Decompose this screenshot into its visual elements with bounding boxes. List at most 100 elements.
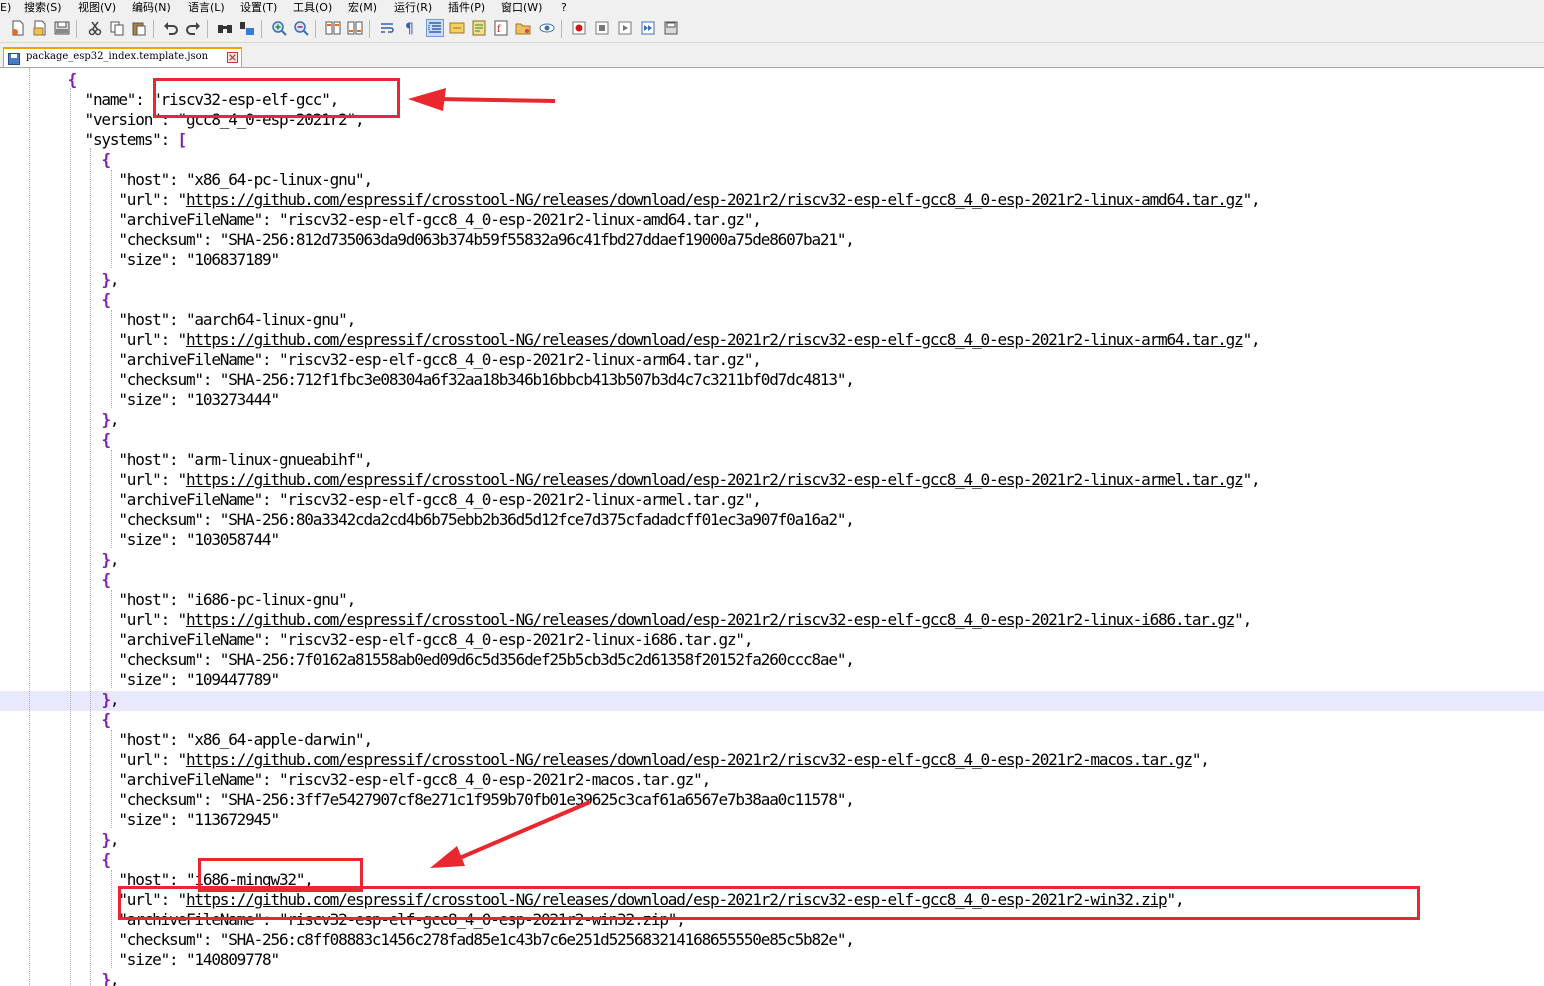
new-file-icon[interactable] (9, 19, 27, 37)
save-icon[interactable] (53, 19, 71, 37)
code-content: { "name": "riscv32-esp-elf-gcc", "versio… (0, 70, 1261, 986)
code-line: "url": "https://github.com/espressif/cro… (0, 190, 1260, 210)
menu-encoding[interactable]: 编码(N) (132, 0, 171, 16)
code-token: "host": "i686-pc-linux-gnu", (0, 590, 356, 609)
code-token: "host": "x86_64-pc-linux-gnu", (0, 170, 373, 189)
tab-package-json[interactable]: package_esp32_index.template.json (3, 47, 242, 67)
word-wrap-icon[interactable] (378, 19, 396, 37)
code-line: "url": "https://github.com/espressif/cro… (0, 330, 1261, 350)
code-token: "checksum": "SHA-256:c8ff08883c1456c278f… (0, 930, 855, 949)
saved-file-icon (8, 52, 20, 65)
user-language-icon[interactable] (448, 19, 466, 37)
bracket-token: } (101, 830, 111, 849)
code-token: "checksum": "SHA-256:712f1fbc3e08304a6f3… (0, 370, 855, 389)
code-token: "url": " (0, 190, 187, 209)
zoom-out-icon[interactable] (292, 19, 310, 37)
code-token: "host": "x86_64-apple-darwin", (0, 730, 373, 749)
code-token: "url": " (0, 330, 187, 349)
bracket-token: } (101, 970, 111, 986)
toolbar-separator (561, 20, 562, 38)
menu-language[interactable]: 语言(L) (188, 0, 225, 16)
code-token: "checksum": "SHA-256:80a3342cda2cd4b6b75… (0, 510, 855, 529)
code-line: "url": "https://github.com/espressif/cro… (0, 470, 1260, 490)
url-link[interactable]: https://github.com/espressif/crosstool-N… (186, 750, 1193, 769)
name-value-highlight (153, 78, 400, 118)
menu-window[interactable]: 窗口(W) (501, 0, 542, 16)
find-icon[interactable] (216, 19, 234, 37)
code-line: "size": "113672945" (0, 810, 1259, 830)
function-list-icon[interactable]: f (492, 19, 510, 37)
code-token: "host": "arm-linux-gnueabihf", (0, 450, 373, 469)
menu-run[interactable]: 运行(R) (394, 0, 432, 16)
code-token: ", (1234, 610, 1252, 629)
code-token: "url": " (0, 750, 187, 769)
code-token: "archiveFileName": "riscv32-esp-elf-gcc8… (0, 210, 762, 229)
play-macro-icon[interactable] (616, 19, 634, 37)
sync-horizontal-icon[interactable] (346, 19, 364, 37)
url-link[interactable]: https://github.com/espressif/crosstool-N… (186, 470, 1244, 489)
bracket-token: { (101, 430, 111, 449)
menu-view[interactable]: 视图(V) (78, 0, 116, 16)
code-line: "url": "https://github.com/espressif/cro… (0, 610, 1259, 630)
code-line: { (0, 290, 1259, 310)
code-token: "archiveFileName": "riscv32-esp-elf-gcc8… (0, 630, 753, 649)
code-token: "size": "106837189" (0, 250, 280, 269)
url-link[interactable]: https://github.com/espressif/crosstool-N… (186, 190, 1244, 209)
code-line: "size": "103273444" (0, 390, 1259, 410)
code-token: "size": "103273444" (0, 390, 280, 409)
code-token: "size": "140809778" (0, 950, 280, 969)
tab-bar: package_esp32_index.template.json (0, 43, 1544, 68)
record-macro-icon[interactable] (570, 19, 588, 37)
code-token: "host": "aarch64-linux-gnu", (0, 310, 356, 329)
menu-edit[interactable]: E) (0, 0, 11, 16)
stop-macro-icon[interactable] (593, 19, 611, 37)
editor-pane[interactable]: { "name": "riscv32-esp-elf-gcc", "versio… (0, 68, 1544, 986)
code-line: "host": "x86_64-pc-linux-gnu", (0, 170, 1259, 190)
replace-icon[interactable] (238, 19, 256, 37)
code-line: "archiveFileName": "riscv32-esp-elf-gcc8… (0, 350, 1259, 370)
monitoring-icon[interactable] (538, 19, 556, 37)
code-token: "size": "109447789" (0, 670, 280, 689)
win32-url-highlight (118, 886, 1420, 920)
indent-guide-icon[interactable] (426, 19, 444, 37)
menu-help[interactable]: ? (561, 0, 567, 16)
menu-search[interactable]: 搜索(S) (24, 0, 62, 16)
menu-settings[interactable]: 设置(T) (240, 0, 277, 16)
url-link[interactable]: https://github.com/espressif/crosstool-N… (186, 610, 1235, 629)
code-line: { (0, 850, 1259, 870)
run-macro-multiple-icon[interactable] (639, 19, 657, 37)
url-link[interactable]: https://github.com/espressif/crosstool-N… (186, 330, 1244, 349)
show-all-chars-icon[interactable]: ¶ (400, 19, 418, 37)
menu-tools[interactable]: 工具(O) (293, 0, 332, 16)
cut-icon[interactable] (86, 19, 104, 37)
code-line: { (0, 710, 1259, 730)
open-file-icon[interactable] (31, 19, 49, 37)
code-token: "size": "103058744" (0, 530, 280, 549)
save-macro-icon[interactable] (662, 19, 680, 37)
menu-plugins[interactable]: 插件(P) (448, 0, 485, 16)
folder-as-workspace-icon[interactable] (514, 19, 532, 37)
code-line: "size": "103058744" (0, 530, 1259, 550)
code-token: ", (1242, 330, 1261, 349)
copy-icon[interactable] (108, 19, 126, 37)
close-icon[interactable] (227, 52, 238, 63)
undo-icon[interactable] (162, 19, 180, 37)
sync-vertical-icon[interactable] (324, 19, 342, 37)
code-line: }, (0, 690, 1259, 710)
redo-icon[interactable] (184, 19, 202, 37)
code-token: "archiveFileName": "riscv32-esp-elf-gcc8… (0, 490, 762, 509)
paste-icon[interactable] (130, 19, 148, 37)
zoom-in-icon[interactable] (270, 19, 288, 37)
menu-macro[interactable]: 宏(M) (348, 0, 377, 16)
code-line: "archiveFileName": "riscv32-esp-elf-gcc8… (0, 210, 1259, 230)
bracket-token: { (101, 710, 111, 729)
document-map-icon[interactable] (470, 19, 488, 37)
